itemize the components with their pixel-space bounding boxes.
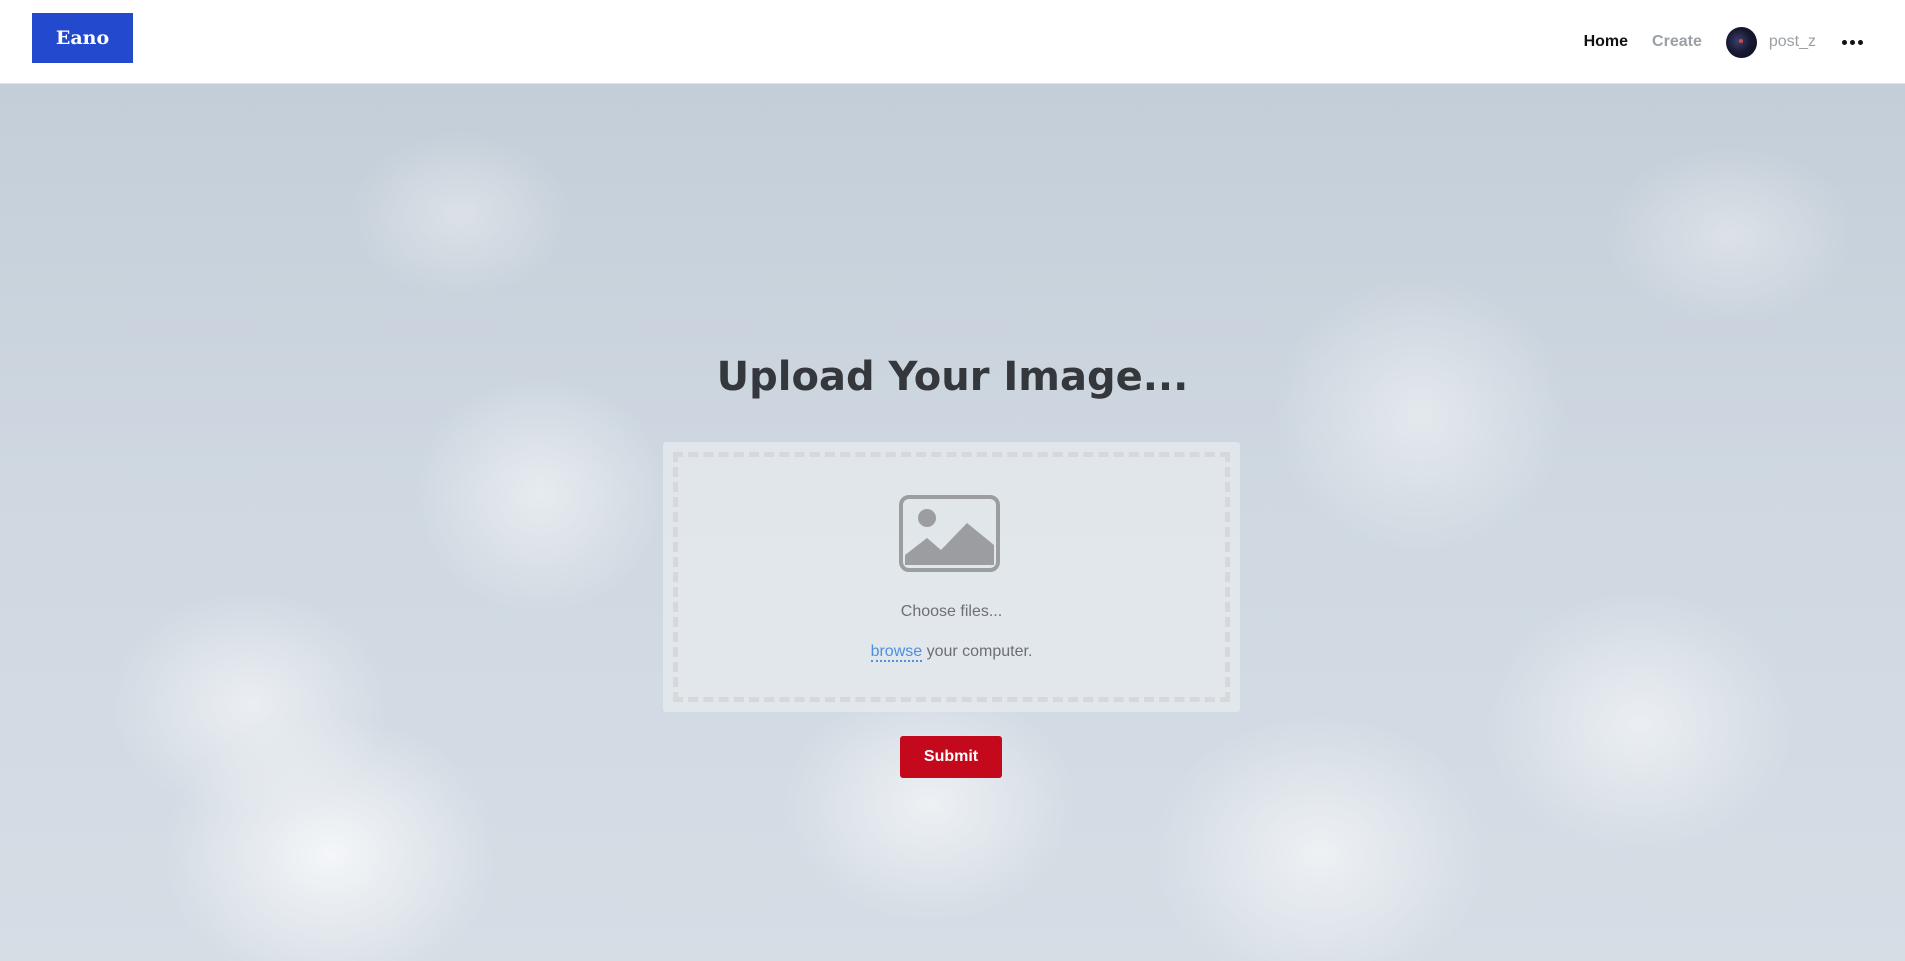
- browse-line: browse your computer.: [678, 643, 1225, 662]
- choose-files-text: Choose files...: [900, 603, 1003, 620]
- nav-link-home[interactable]: Home: [1584, 33, 1628, 51]
- dot: [1858, 39, 1863, 45]
- dot: [1850, 39, 1855, 45]
- file-dropzone[interactable]: Choose files... browse your computer.: [673, 452, 1230, 702]
- upload-card: Choose files... browse your computer.: [663, 442, 1240, 712]
- more-horizontal-icon[interactable]: [1842, 34, 1863, 51]
- user-avatar[interactable]: [1725, 26, 1757, 58]
- browse-link[interactable]: browse: [870, 643, 923, 662]
- submit-button[interactable]: Submit: [900, 736, 1002, 778]
- dot: [1842, 39, 1847, 45]
- username-link[interactable]: post_z: [1769, 33, 1816, 51]
- brand-logo[interactable]: Eano: [32, 13, 133, 63]
- top-navbar: Eano Home Create post_z: [0, 0, 1905, 84]
- image-icon: [899, 495, 1000, 572]
- page-title: Upload Your Image...: [716, 354, 1189, 400]
- browse-suffix: your computer.: [922, 643, 1033, 660]
- cloud-background: Upload Your Image... Choose files... bro…: [0, 84, 1905, 961]
- nav-right: Home Create post_z: [1584, 25, 1863, 59]
- nav-link-create[interactable]: Create: [1652, 33, 1702, 51]
